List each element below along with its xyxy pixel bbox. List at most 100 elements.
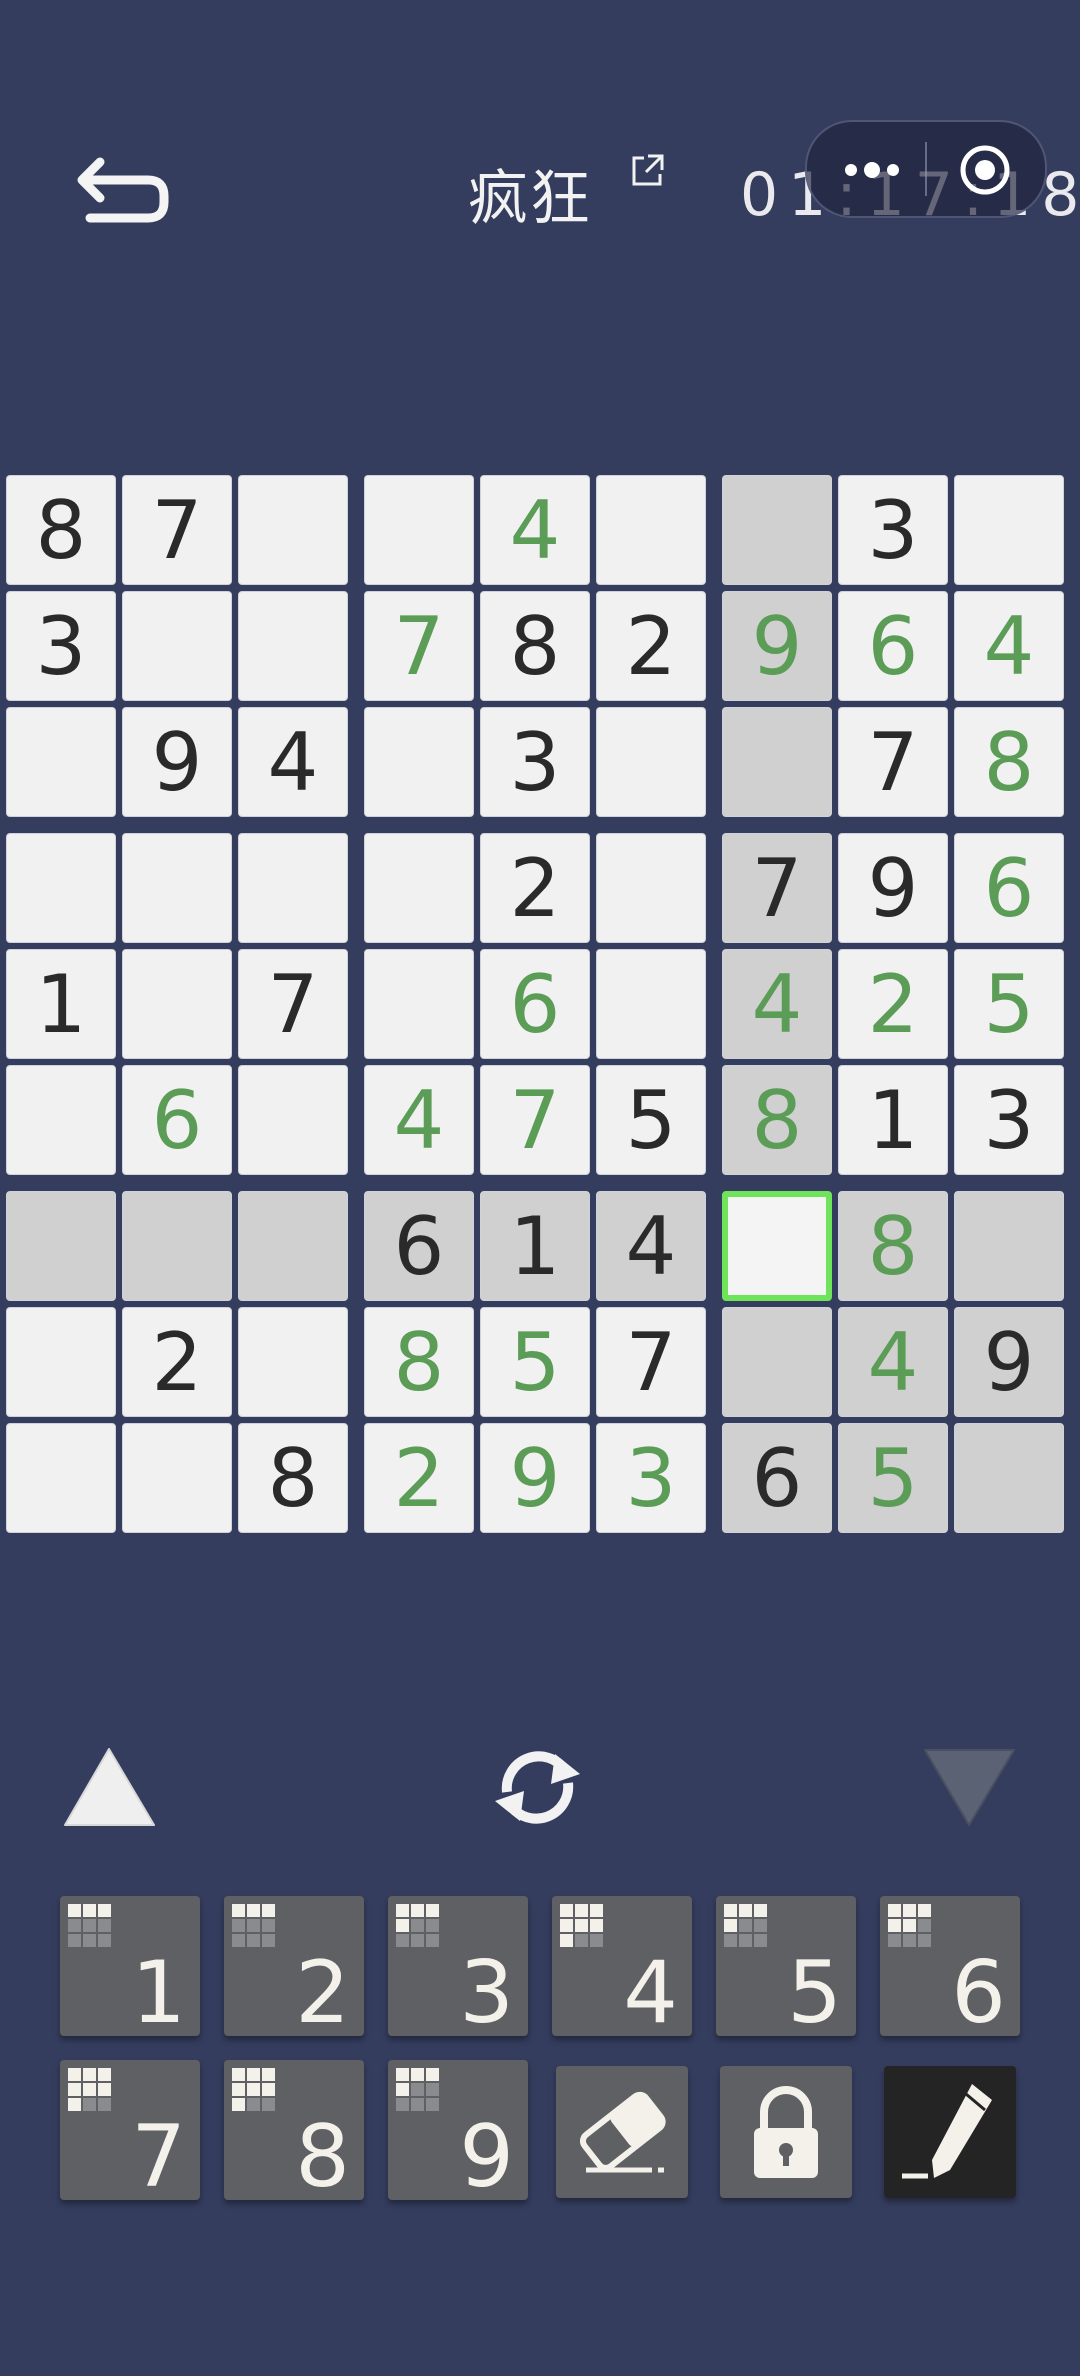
sudoku-cell[interactable]: 3 bbox=[6, 591, 116, 701]
sudoku-cell[interactable] bbox=[596, 949, 706, 1059]
number-button-6[interactable]: 6 bbox=[880, 1896, 1020, 2036]
sudoku-cell[interactable]: 4 bbox=[364, 1065, 474, 1175]
sudoku-cell[interactable]: 7 bbox=[364, 591, 474, 701]
sudoku-cell[interactable]: 9 bbox=[954, 1307, 1064, 1417]
sudoku-cell[interactable]: 7 bbox=[596, 1307, 706, 1417]
sudoku-cell[interactable]: 7 bbox=[480, 1065, 590, 1175]
number-button-1[interactable]: 1 bbox=[60, 1896, 200, 2036]
number-button-4[interactable]: 4 bbox=[552, 1896, 692, 2036]
sudoku-cell[interactable]: 4 bbox=[596, 1191, 706, 1301]
sudoku-cell[interactable]: 4 bbox=[722, 949, 832, 1059]
sudoku-cell[interactable]: 7 bbox=[122, 475, 232, 585]
sudoku-cell[interactable]: 1 bbox=[6, 949, 116, 1059]
sudoku-cell[interactable]: 8 bbox=[954, 707, 1064, 817]
number-button-2[interactable]: 2 bbox=[224, 1896, 364, 2036]
sudoku-cell[interactable]: 3 bbox=[954, 1065, 1064, 1175]
sudoku-cell[interactable]: 8 bbox=[722, 1065, 832, 1175]
sudoku-cell[interactable]: 1 bbox=[480, 1191, 590, 1301]
sudoku-cell[interactable] bbox=[6, 1065, 116, 1175]
sudoku-cell[interactable] bbox=[364, 707, 474, 817]
sudoku-cell[interactable]: 2 bbox=[596, 591, 706, 701]
sudoku-cell[interactable]: 3 bbox=[596, 1423, 706, 1533]
sudoku-cell[interactable] bbox=[364, 833, 474, 943]
sudoku-cell[interactable]: 9 bbox=[722, 591, 832, 701]
sudoku-cell[interactable]: 5 bbox=[480, 1307, 590, 1417]
sudoku-cell[interactable]: 9 bbox=[480, 1423, 590, 1533]
sudoku-cell[interactable]: 3 bbox=[480, 707, 590, 817]
sudoku-cell[interactable]: 2 bbox=[480, 833, 590, 943]
sudoku-cell[interactable]: 6 bbox=[122, 1065, 232, 1175]
sudoku-cell[interactable]: 2 bbox=[838, 949, 948, 1059]
refresh-icon[interactable] bbox=[485, 1740, 590, 1835]
sudoku-cell[interactable]: 5 bbox=[596, 1065, 706, 1175]
sudoku-cell[interactable] bbox=[954, 1423, 1064, 1533]
number-button-7[interactable]: 7 bbox=[60, 2060, 200, 2200]
sudoku-cell[interactable]: 8 bbox=[238, 1423, 348, 1533]
previous-triangle-icon[interactable] bbox=[62, 1745, 157, 1830]
sudoku-cell[interactable]: 4 bbox=[838, 1307, 948, 1417]
number-button-3[interactable]: 3 bbox=[388, 1896, 528, 2036]
sudoku-cell[interactable]: 6 bbox=[480, 949, 590, 1059]
sudoku-cell[interactable] bbox=[722, 1307, 832, 1417]
sudoku-cell[interactable]: 3 bbox=[838, 475, 948, 585]
sudoku-cell[interactable] bbox=[122, 1191, 232, 1301]
sudoku-cell[interactable]: 4 bbox=[954, 591, 1064, 701]
pencil-notes-button[interactable] bbox=[884, 2066, 1016, 2198]
sudoku-cell[interactable] bbox=[596, 833, 706, 943]
sudoku-cell[interactable]: 9 bbox=[838, 833, 948, 943]
sudoku-cell[interactable] bbox=[596, 707, 706, 817]
sudoku-cell[interactable]: 1 bbox=[838, 1065, 948, 1175]
sudoku-cell[interactable] bbox=[722, 475, 832, 585]
sudoku-cell[interactable] bbox=[122, 949, 232, 1059]
sudoku-cell[interactable] bbox=[122, 1423, 232, 1533]
sudoku-cell[interactable] bbox=[238, 1065, 348, 1175]
sudoku-cell[interactable]: 5 bbox=[838, 1423, 948, 1533]
eraser-button[interactable] bbox=[556, 2066, 688, 2198]
sudoku-cell[interactable]: 6 bbox=[364, 1191, 474, 1301]
sudoku-cell[interactable] bbox=[722, 707, 832, 817]
sudoku-cell[interactable] bbox=[954, 475, 1064, 585]
sudoku-cell[interactable] bbox=[238, 591, 348, 701]
share-icon[interactable] bbox=[628, 152, 666, 190]
close-target-icon[interactable] bbox=[957, 142, 1013, 198]
next-triangle-icon[interactable] bbox=[922, 1745, 1017, 1830]
sudoku-cell[interactable]: 5 bbox=[954, 949, 1064, 1059]
sudoku-cell[interactable] bbox=[238, 833, 348, 943]
sudoku-cell[interactable]: 7 bbox=[838, 707, 948, 817]
sudoku-cell[interactable] bbox=[238, 1307, 348, 1417]
sudoku-cell[interactable]: 2 bbox=[364, 1423, 474, 1533]
selected-cell[interactable] bbox=[722, 1191, 832, 1301]
number-button-8[interactable]: 8 bbox=[224, 2060, 364, 2200]
sudoku-cell[interactable] bbox=[122, 591, 232, 701]
sudoku-cell[interactable] bbox=[6, 1423, 116, 1533]
sudoku-cell[interactable] bbox=[238, 1191, 348, 1301]
undo-icon[interactable] bbox=[70, 140, 180, 230]
sudoku-cell[interactable]: 6 bbox=[838, 591, 948, 701]
sudoku-cell[interactable]: 6 bbox=[954, 833, 1064, 943]
sudoku-cell[interactable]: 8 bbox=[364, 1307, 474, 1417]
sudoku-cell[interactable]: 9 bbox=[122, 707, 232, 817]
more-icon[interactable] bbox=[837, 150, 907, 190]
sudoku-cell[interactable]: 4 bbox=[238, 707, 348, 817]
sudoku-cell[interactable] bbox=[596, 475, 706, 585]
sudoku-cell[interactable] bbox=[122, 833, 232, 943]
sudoku-cell[interactable]: 8 bbox=[480, 591, 590, 701]
sudoku-cell[interactable]: 8 bbox=[6, 475, 116, 585]
lock-button[interactable] bbox=[720, 2066, 852, 2198]
sudoku-cell[interactable] bbox=[364, 949, 474, 1059]
sudoku-cell[interactable] bbox=[6, 707, 116, 817]
sudoku-cell[interactable] bbox=[6, 1307, 116, 1417]
number-button-5[interactable]: 5 bbox=[716, 1896, 856, 2036]
sudoku-cell[interactable]: 2 bbox=[122, 1307, 232, 1417]
sudoku-cell[interactable]: 8 bbox=[838, 1191, 948, 1301]
sudoku-cell[interactable]: 4 bbox=[480, 475, 590, 585]
sudoku-cell[interactable] bbox=[238, 475, 348, 585]
number-button-9[interactable]: 9 bbox=[388, 2060, 528, 2200]
sudoku-cell[interactable] bbox=[6, 1191, 116, 1301]
sudoku-cell[interactable]: 6 bbox=[722, 1423, 832, 1533]
sudoku-cell[interactable]: 7 bbox=[238, 949, 348, 1059]
sudoku-cell[interactable] bbox=[364, 475, 474, 585]
sudoku-cell[interactable]: 7 bbox=[722, 833, 832, 943]
sudoku-cell[interactable] bbox=[6, 833, 116, 943]
sudoku-cell[interactable] bbox=[954, 1191, 1064, 1301]
